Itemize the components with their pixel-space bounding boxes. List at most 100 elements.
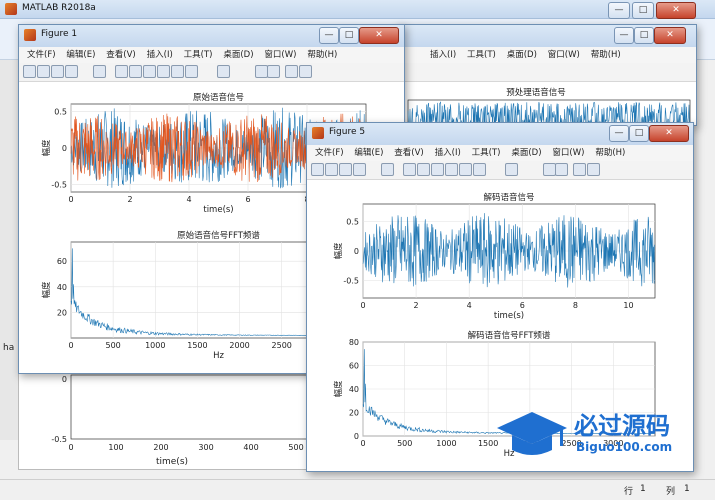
hide-plot-tools-icon[interactable]	[573, 163, 586, 176]
fig1-bottom-ytick-label: 20	[57, 308, 67, 317]
figure-1-toolbar	[19, 63, 404, 82]
pan-icon[interactable]	[143, 65, 156, 78]
menu-desktop[interactable]: 桌面(D)	[219, 47, 257, 63]
menu-file[interactable]: 文件(F)	[311, 145, 348, 161]
menu-help[interactable]: 帮助(H)	[591, 145, 629, 161]
print-icon[interactable]	[65, 65, 78, 78]
menu-item[interactable]: 桌面(D)	[503, 47, 541, 63]
fig1-top-title: 原始语音信号	[193, 92, 244, 103]
fig5-bottom-ylabel: 幅度	[333, 380, 344, 398]
zoom-out-icon[interactable]	[129, 65, 142, 78]
figure-bg-menubar: 插入(I) 工具(T) 桌面(D) 窗口(W) 帮助(H)	[396, 47, 696, 63]
pointer-icon[interactable]	[381, 163, 394, 176]
bg-figure-frame	[70, 374, 314, 440]
menu-edit[interactable]: 编辑(E)	[62, 47, 99, 63]
menu-window[interactable]: 窗口(W)	[260, 47, 300, 63]
new-file-icon[interactable]	[311, 163, 324, 176]
rotate-icon[interactable]	[445, 163, 458, 176]
pointer-icon[interactable]	[93, 65, 106, 78]
bg-figure-axes: 0 100 200 300 400 5000-0.5time(s)	[51, 374, 314, 467]
watermark-line1: 必过源码	[574, 412, 670, 440]
show-plot-tools-icon[interactable]	[587, 163, 600, 176]
fig1-bottom-title: 原始语音信号FFT频谱	[177, 230, 260, 241]
menu-item[interactable]: 窗口(W)	[544, 47, 584, 63]
rotate-icon[interactable]	[157, 65, 170, 78]
fig5-bottom-xtick-label: 1000	[436, 439, 456, 448]
menu-item[interactable]: 插入(I)	[426, 47, 460, 63]
legend-icon[interactable]	[267, 65, 280, 78]
figure-5-close-button[interactable]: ✕	[649, 125, 689, 142]
menu-edit[interactable]: 编辑(E)	[350, 145, 387, 161]
left-panel-stub	[0, 60, 19, 440]
zoom-in-icon[interactable]	[403, 163, 416, 176]
background-figure-area: 0 100 200 300 400 500 0 -0.5 time(s)	[18, 372, 320, 470]
main-maximize-button[interactable]: □	[632, 2, 654, 19]
figure-bg-close-button[interactable]: ✕	[654, 27, 686, 44]
hide-plot-tools-icon[interactable]	[285, 65, 298, 78]
bg-xtick-label: 500	[288, 443, 303, 452]
brush-icon[interactable]	[185, 65, 198, 78]
menu-insert[interactable]: 插入(I)	[431, 145, 465, 161]
fig1-bottom-ytick-label: 40	[57, 283, 67, 292]
status-row-label: 行	[624, 487, 634, 497]
data-cursor-icon[interactable]	[459, 163, 472, 176]
brush-icon[interactable]	[473, 163, 486, 176]
figure-1-minimize-button[interactable]: —	[319, 27, 339, 44]
fig5-bottom-xtick-label: 0	[360, 439, 365, 448]
fig5-top-axes: 解码语音信号 0 2 4 6 8 10 0.5 0 -0.5 time(s) 幅度	[333, 192, 656, 321]
link-plot-icon[interactable]	[505, 163, 518, 176]
zoom-in-icon[interactable]	[115, 65, 128, 78]
bg-xtick-label: 300	[198, 443, 213, 452]
bg-xtick-label: 0	[68, 443, 73, 452]
link-plot-icon[interactable]	[217, 65, 230, 78]
fig1-bottom-xtick-label: 500	[106, 341, 121, 350]
menu-desktop[interactable]: 桌面(D)	[507, 145, 545, 161]
figure-1-title-bar: Figure 1 — □ ✕	[19, 25, 404, 48]
matlab-title-bar: MATLAB R2018a — □ ✕	[0, 0, 715, 19]
data-cursor-icon[interactable]	[171, 65, 184, 78]
menu-window[interactable]: 窗口(W)	[548, 145, 588, 161]
figure-5-menubar: 文件(F) 编辑(E) 查看(V) 插入(I) 工具(T) 桌面(D) 窗口(W…	[307, 145, 693, 161]
fig1-top-ytick-label: -0.5	[51, 181, 67, 190]
figure-5-minimize-button[interactable]: —	[609, 125, 629, 142]
menu-file[interactable]: 文件(F)	[23, 47, 60, 63]
menu-view[interactable]: 查看(V)	[102, 47, 139, 63]
bg-xtick-label: 200	[153, 443, 168, 452]
figure-1-maximize-button[interactable]: □	[339, 27, 359, 44]
figure-1-close-button[interactable]: ✕	[359, 27, 399, 44]
chart-behind: 预处理语音信号	[407, 87, 691, 134]
main-close-button[interactable]: ✕	[656, 2, 696, 19]
main-minimize-button[interactable]: —	[608, 2, 630, 19]
menu-tools[interactable]: 工具(T)	[180, 47, 217, 63]
print-icon[interactable]	[353, 163, 366, 176]
open-folder-icon[interactable]	[37, 65, 50, 78]
menu-item[interactable]: 帮助(H)	[587, 47, 625, 63]
figure-window-background[interactable]: — □ ✕ 插入(I) 工具(T) 桌面(D) 窗口(W) 帮助(H) 预处理语…	[395, 24, 697, 134]
fig1-bottom-xtick-label: 1500	[187, 341, 207, 350]
save-icon[interactable]	[51, 65, 64, 78]
menu-tools[interactable]: 工具(T)	[468, 145, 505, 161]
figure-5-maximize-button[interactable]: □	[629, 125, 649, 142]
zoom-out-icon[interactable]	[417, 163, 430, 176]
matlab-logo-icon	[5, 3, 17, 15]
fig1-top-xtick-label: 6	[245, 195, 250, 204]
legend-icon[interactable]	[555, 163, 568, 176]
menu-insert[interactable]: 插入(I)	[143, 47, 177, 63]
figure-1-title: Figure 1	[41, 29, 78, 39]
status-col-value: 1	[684, 484, 690, 494]
figure-bg-minimize-button[interactable]: —	[614, 27, 634, 44]
show-plot-tools-icon[interactable]	[299, 65, 312, 78]
save-icon[interactable]	[339, 163, 352, 176]
figure-bg-toolbar	[396, 63, 696, 82]
open-folder-icon[interactable]	[325, 163, 338, 176]
menu-help[interactable]: 帮助(H)	[303, 47, 341, 63]
fig1-bottom-xtick-label: 0	[68, 341, 73, 350]
fig5-top-xtick-label: 0	[360, 301, 365, 310]
new-file-icon[interactable]	[23, 65, 36, 78]
menu-view[interactable]: 查看(V)	[390, 145, 427, 161]
fig1-bottom-ytick-label: 60	[57, 257, 67, 266]
fig-behind-title: 预处理语音信号	[506, 87, 566, 98]
pan-icon[interactable]	[431, 163, 444, 176]
figure-bg-maximize-button[interactable]: □	[634, 27, 654, 44]
menu-item[interactable]: 工具(T)	[463, 47, 500, 63]
